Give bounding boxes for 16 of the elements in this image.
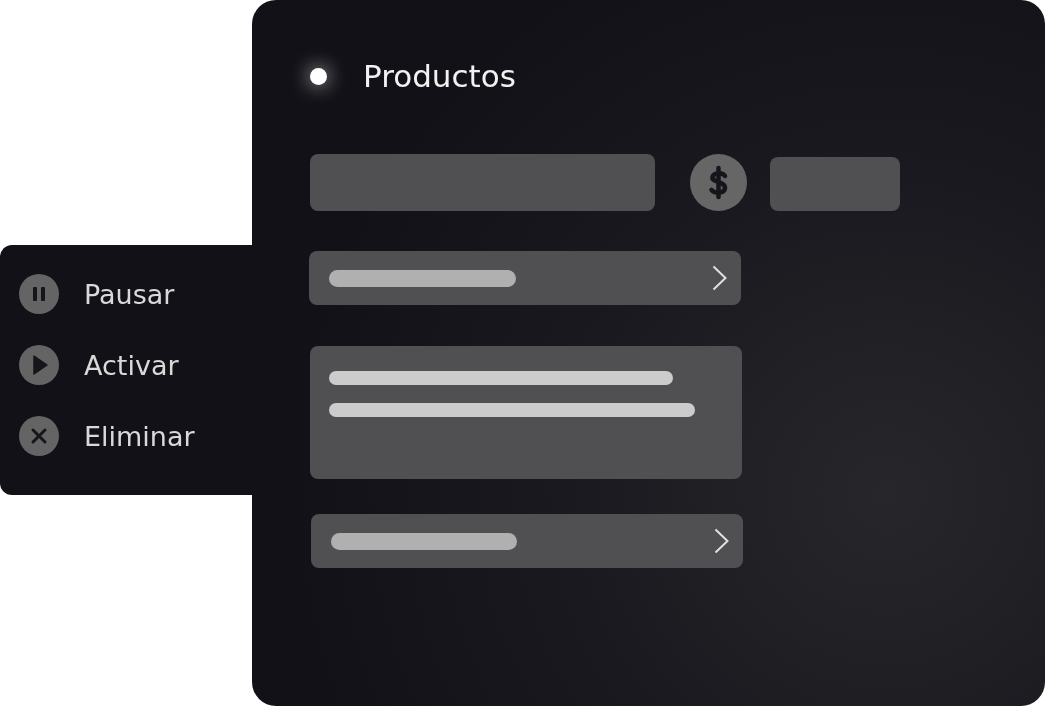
text-area[interactable]	[310, 346, 742, 479]
menu-item[interactable]: Eliminar	[19, 416, 195, 456]
panel-title: Productos	[363, 60, 516, 92]
chevron-right-icon	[714, 528, 729, 554]
pause-icon	[19, 274, 59, 314]
menu-item[interactable]: Pausar	[19, 274, 175, 314]
dropdown-field[interactable]	[311, 514, 743, 568]
input-field[interactable]	[770, 157, 900, 211]
input-field[interactable]	[310, 154, 655, 211]
menu-item[interactable]: Activar	[19, 345, 179, 385]
chevron-right-icon	[712, 265, 727, 291]
dropdown-field[interactable]	[309, 251, 741, 305]
glowing-dot-icon	[310, 67, 327, 85]
play-icon	[19, 345, 59, 385]
dollar-icon	[690, 154, 747, 211]
close-icon	[19, 416, 59, 456]
